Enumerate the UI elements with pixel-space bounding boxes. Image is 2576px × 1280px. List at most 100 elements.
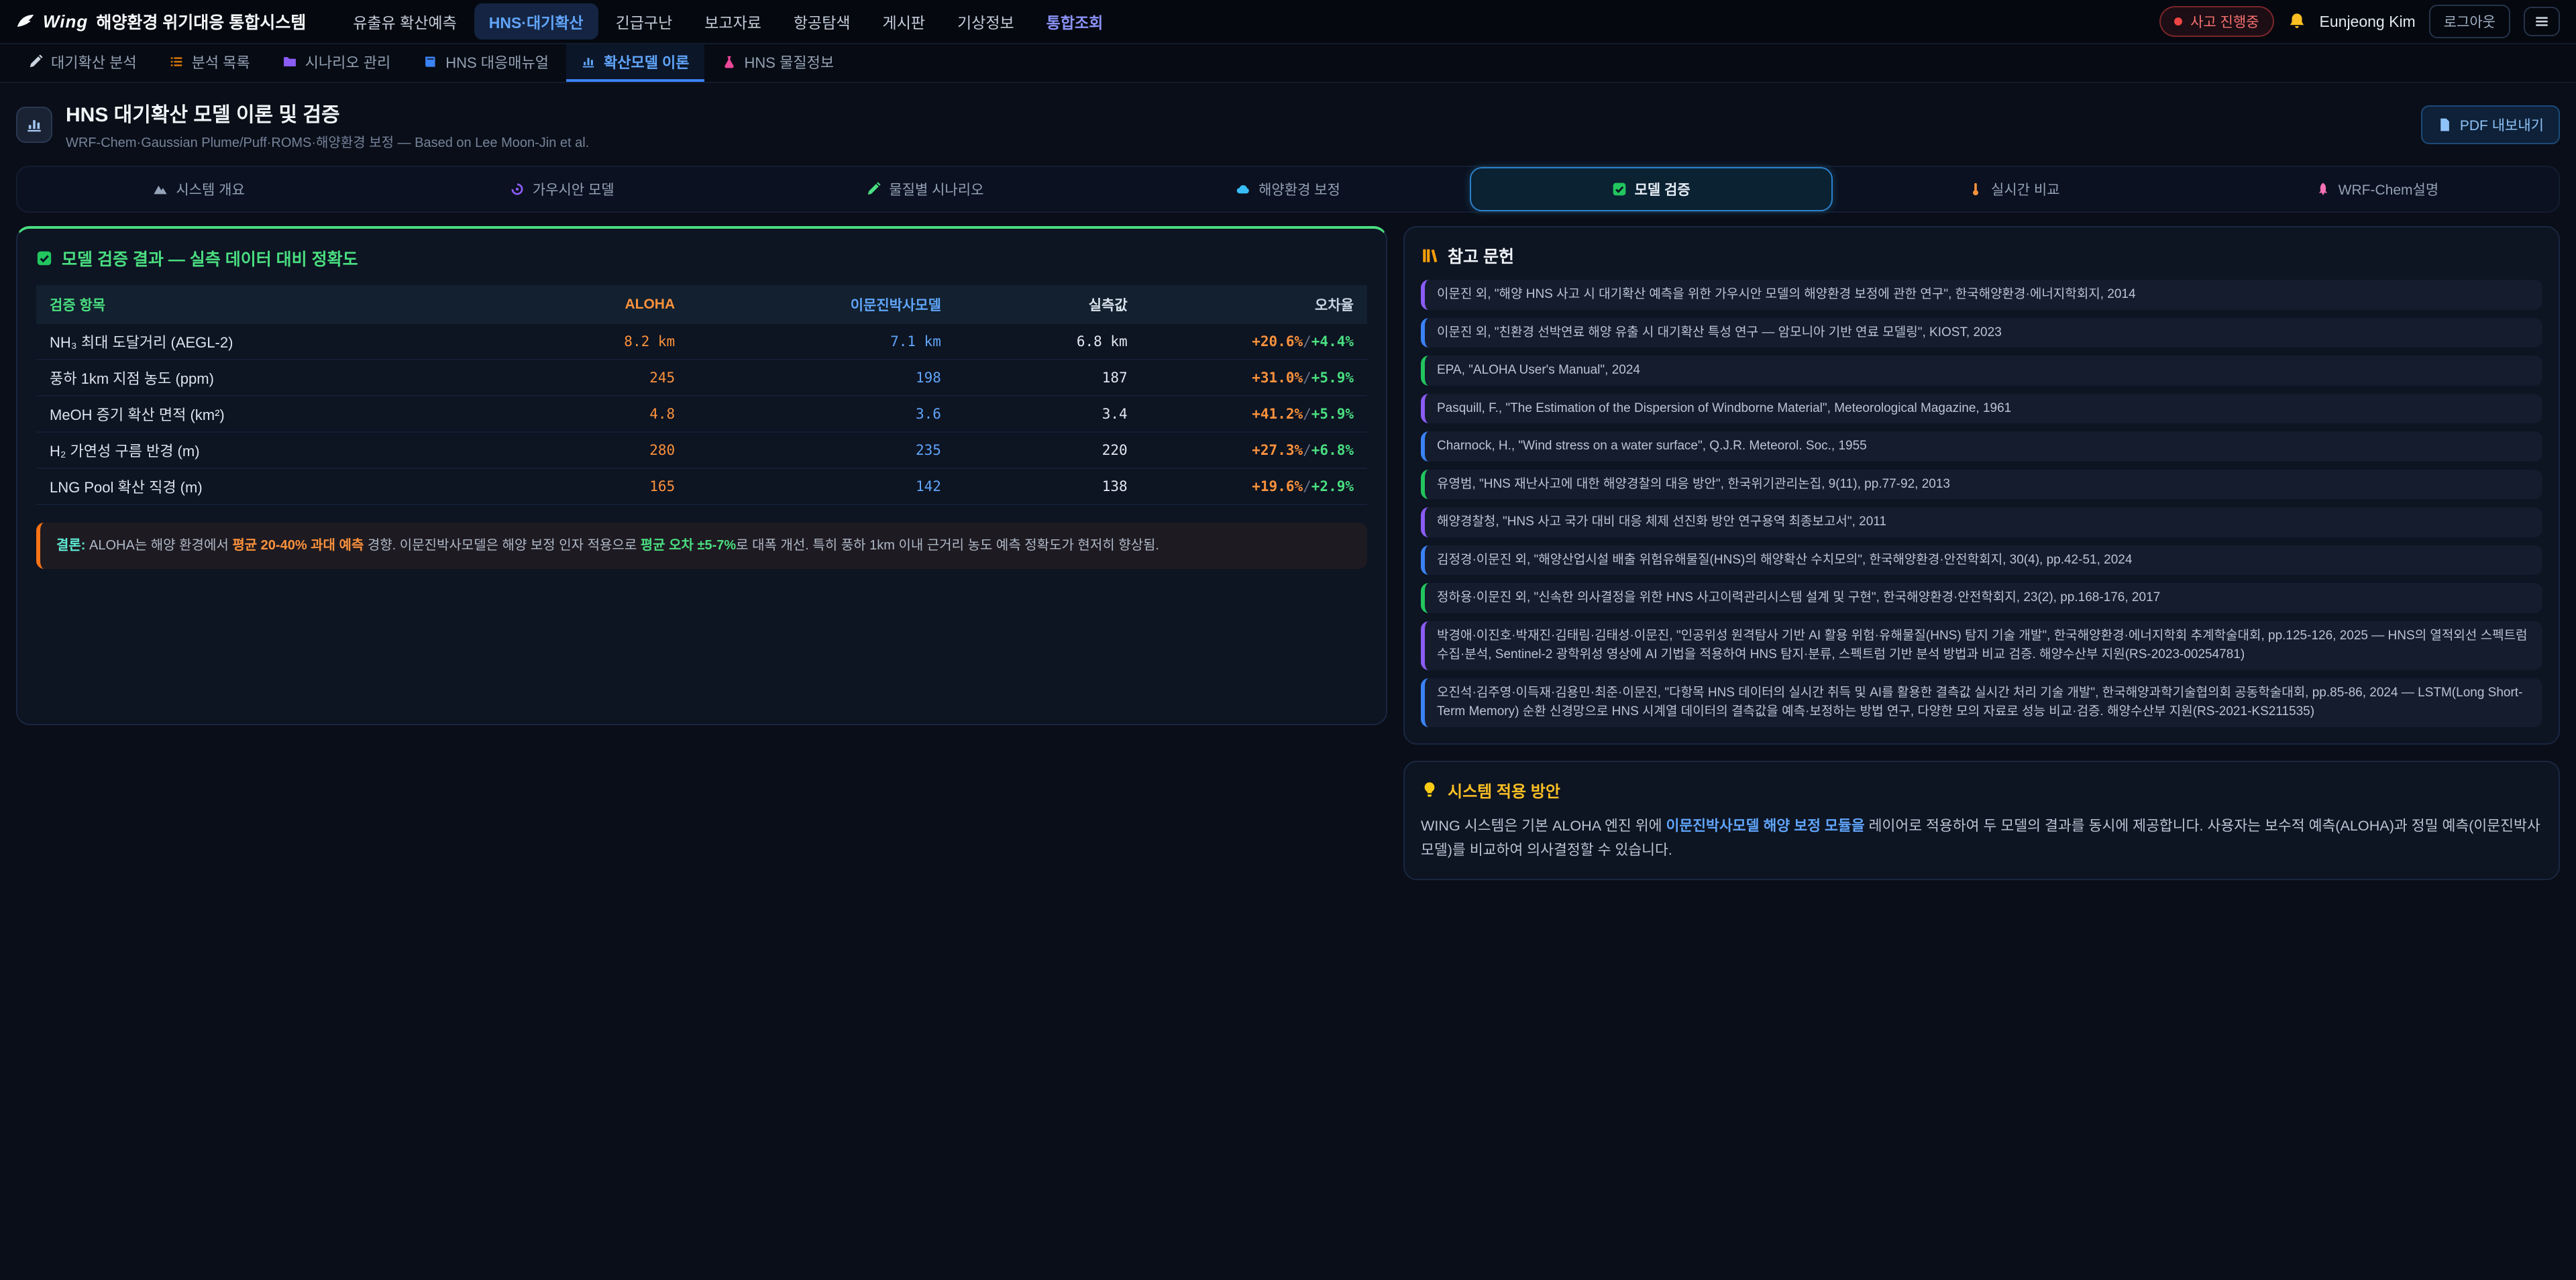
error-rate-part: +5.9% <box>1311 406 1354 422</box>
model-tab[interactable]: WRF-Chem설명 <box>2196 167 2559 211</box>
nav-item[interactable]: HNS·대기확산 <box>474 3 598 40</box>
column-header: 오차율 <box>1141 285 1367 324</box>
subnav-tab[interactable]: 대기확산 분석 <box>13 44 152 82</box>
model-tab-label: 시스템 개요 <box>176 179 244 199</box>
table-cell: H₂ 가연성 구름 반경 (m) <box>36 432 489 468</box>
reference-item: Charnock, H., "Wind stress on a water su… <box>1421 431 2542 462</box>
application-segment: 이문진박사모델 해양 보정 모듈을 <box>1666 817 1864 834</box>
table-cell: 187 <box>955 360 1141 396</box>
nav-item[interactable]: 항공탐색 <box>779 3 865 40</box>
references-card: 참고 문헌 이문진 외, "해양 HNS 사고 시 대기확산 예측을 위한 가우… <box>1403 226 2560 745</box>
table-cell: NH₃ 최대 도달거리 (AEGL-2) <box>36 324 489 360</box>
logo-text: Wing <box>43 11 88 32</box>
page-title: HNS 대기확산 모델 이론 및 검증 <box>66 98 589 127</box>
column-header: ALOHA <box>489 285 689 324</box>
chart-icon <box>581 54 596 69</box>
conclusion-note: 결론: ALOHA는 해양 환경에서 평균 20-40% 과대 예측 경향. 이… <box>36 523 1367 569</box>
subnav-tab-label: 대기확산 분석 <box>51 51 137 72</box>
page-header: HNS 대기확산 모델 이론 및 검증 WRF-Chem·Gaussian Pl… <box>0 83 2576 163</box>
incident-status-badge[interactable]: 사고 진행중 <box>2159 6 2273 37</box>
model-tab[interactable]: 해양환경 보정 <box>1106 167 1469 211</box>
model-tab-label: 모델 검증 <box>1635 179 1690 199</box>
error-rate-part: +19.6% <box>1252 478 1303 494</box>
nav-item[interactable]: 통합조회 <box>1032 3 1118 40</box>
error-rate-cell: +27.3%/+6.8% <box>1141 432 1367 468</box>
table-cell: 245 <box>489 360 689 396</box>
sub-navbar: 대기확산 분석 분석 목록 시나리오 관리 HNS 대응매뉴얼확산모델 이론HNS 물… <box>0 44 2576 83</box>
pdf-export-label: PDF 내보내기 <box>2460 115 2544 135</box>
table-row: NH₃ 최대 도달거리 (AEGL-2)8.2 km7.1 km6.8 km+2… <box>36 324 1367 360</box>
pdf-export-button[interactable]: PDF 내보내기 <box>2421 105 2560 144</box>
model-tab[interactable]: 시스템 개요 <box>17 167 380 211</box>
table-row: H₂ 가연성 구름 반경 (m)280235220+27.3%/+6.8% <box>36 432 1367 468</box>
error-rate-cell: +41.2%/+5.9% <box>1141 396 1367 432</box>
model-tab[interactable]: 모델 검증 <box>1470 167 1833 211</box>
folder-icon <box>282 54 297 69</box>
logout-button[interactable]: 로그아웃 <box>2429 5 2510 38</box>
user-name: Eunjeong Kim <box>2320 13 2416 31</box>
model-tab[interactable]: 물질별 시나리오 <box>743 167 1106 211</box>
column-header: 실측값 <box>955 285 1141 324</box>
reference-item: 정하용·이문진 외, "신속한 의사결정을 위한 HNS 사고이력관리시스템 설… <box>1421 583 2542 613</box>
note-segment: 경향. 이문진박사모델은 해양 보정 인자 적용으로 <box>364 538 640 553</box>
subnav-tab[interactable]: 분석 목록 <box>154 44 265 82</box>
table-row: MeOH 증기 확산 면적 (km²)4.83.63.4+41.2%/+5.9% <box>36 396 1367 432</box>
application-header: 시스템 적용 방안 <box>1421 778 2542 802</box>
note-segment: 결론: <box>56 538 85 553</box>
table-cell: 3.6 <box>688 396 955 432</box>
table-cell: 4.8 <box>489 396 689 432</box>
error-rate-cell: +20.6%/+4.4% <box>1141 324 1367 360</box>
reference-item: 오진석·김주영·이득재·김용민·최준·이문진, "다항목 HNS 데이터의 실시… <box>1421 678 2542 727</box>
table-cell: 165 <box>489 468 689 504</box>
subnav-tab-label: 분석 목록 <box>192 51 250 72</box>
reference-item: 해양경찰청, "HNS 사고 국가 대비 대응 체제 선진화 방안 연구용역 최… <box>1421 507 2542 537</box>
book-icon <box>423 54 437 69</box>
list-icon <box>169 54 184 69</box>
model-tab-label: 가우시안 모델 <box>533 179 614 199</box>
table-cell: 142 <box>688 468 955 504</box>
error-rate-part: +6.8% <box>1311 442 1354 458</box>
nav-item[interactable]: 보고자료 <box>690 3 776 40</box>
model-tab[interactable]: 실시간 비교 <box>1833 167 2196 211</box>
error-rate-part: / <box>1303 370 1311 386</box>
reference-item: 박경애·이진호·박재진·김태림·김태성·이문진, "인공위성 원격탐사 기반 A… <box>1421 621 2542 670</box>
model-tab-label: 물질별 시나리오 <box>889 179 983 199</box>
validation-table: 검증 항목ALOHA이문진박사모델실측값오차율 NH₃ 최대 도달거리 (AEG… <box>36 285 1367 505</box>
document-icon <box>2437 117 2452 132</box>
table-cell: 138 <box>955 468 1141 504</box>
subnav-tab[interactable]: 확산모델 이론 <box>566 44 704 82</box>
nav-item[interactable]: 게시판 <box>868 3 940 40</box>
error-rate-part: / <box>1303 406 1311 422</box>
menu-button[interactable] <box>2524 7 2560 36</box>
subnav-tab[interactable]: 시나리오 관리 <box>268 44 406 82</box>
nav-item[interactable]: 긴급구난 <box>601 3 688 40</box>
app-root: Wing 해양환경 위기대응 통합시스템 유출유 확산예측HNS·대기확산긴급구… <box>0 0 2576 1280</box>
table-cell: 3.4 <box>955 396 1141 432</box>
note-segment: 로 대폭 개선. 특히 풍하 1km 이내 근거리 농도 예측 정확도가 현저히… <box>736 538 1159 553</box>
column-header: 이문진박사모델 <box>688 285 955 324</box>
mountain-icon <box>153 182 168 197</box>
validation-title: 모델 검증 결과 — 실측 데이터 대비 정확도 <box>62 246 358 270</box>
references-header: 참고 문헌 <box>1421 244 2542 268</box>
table-cell: 8.2 km <box>489 324 689 360</box>
table-cell: 7.1 km <box>688 324 955 360</box>
nav-item[interactable]: 유출유 확산예측 <box>338 3 472 40</box>
error-rate-part: / <box>1303 442 1311 458</box>
brand[interactable]: Wing 해양환경 위기대응 통합시스템 <box>16 9 306 34</box>
topnav-right: 사고 진행중 Eunjeong Kim 로그아웃 <box>2159 5 2560 38</box>
subnav-tab-label: 시나리오 관리 <box>305 51 391 72</box>
table-cell: 6.8 km <box>955 324 1141 360</box>
nav-item[interactable]: 기상정보 <box>943 3 1029 40</box>
main-nav: 유출유 확산예측HNS·대기확산긴급구난보고자료항공탐색게시판기상정보통합조회 <box>338 3 1118 40</box>
subnav-tab[interactable]: HNS 물질정보 <box>707 44 849 82</box>
model-tab[interactable]: 가우시안 모델 <box>380 167 743 211</box>
error-rate-part: / <box>1303 478 1311 494</box>
subnav-tab[interactable]: HNS 대응매뉴얼 <box>408 44 564 82</box>
error-rate-part: +5.9% <box>1311 370 1354 386</box>
swirl-icon <box>510 182 525 197</box>
table-cell: 풍하 1km 지점 농도 (ppm) <box>36 360 489 396</box>
cloud-icon <box>1236 182 1250 197</box>
notification-bell-icon[interactable] <box>2288 12 2306 31</box>
error-rate-part: +2.9% <box>1311 478 1354 494</box>
model-tab-label: 실시간 비교 <box>1991 179 2059 199</box>
